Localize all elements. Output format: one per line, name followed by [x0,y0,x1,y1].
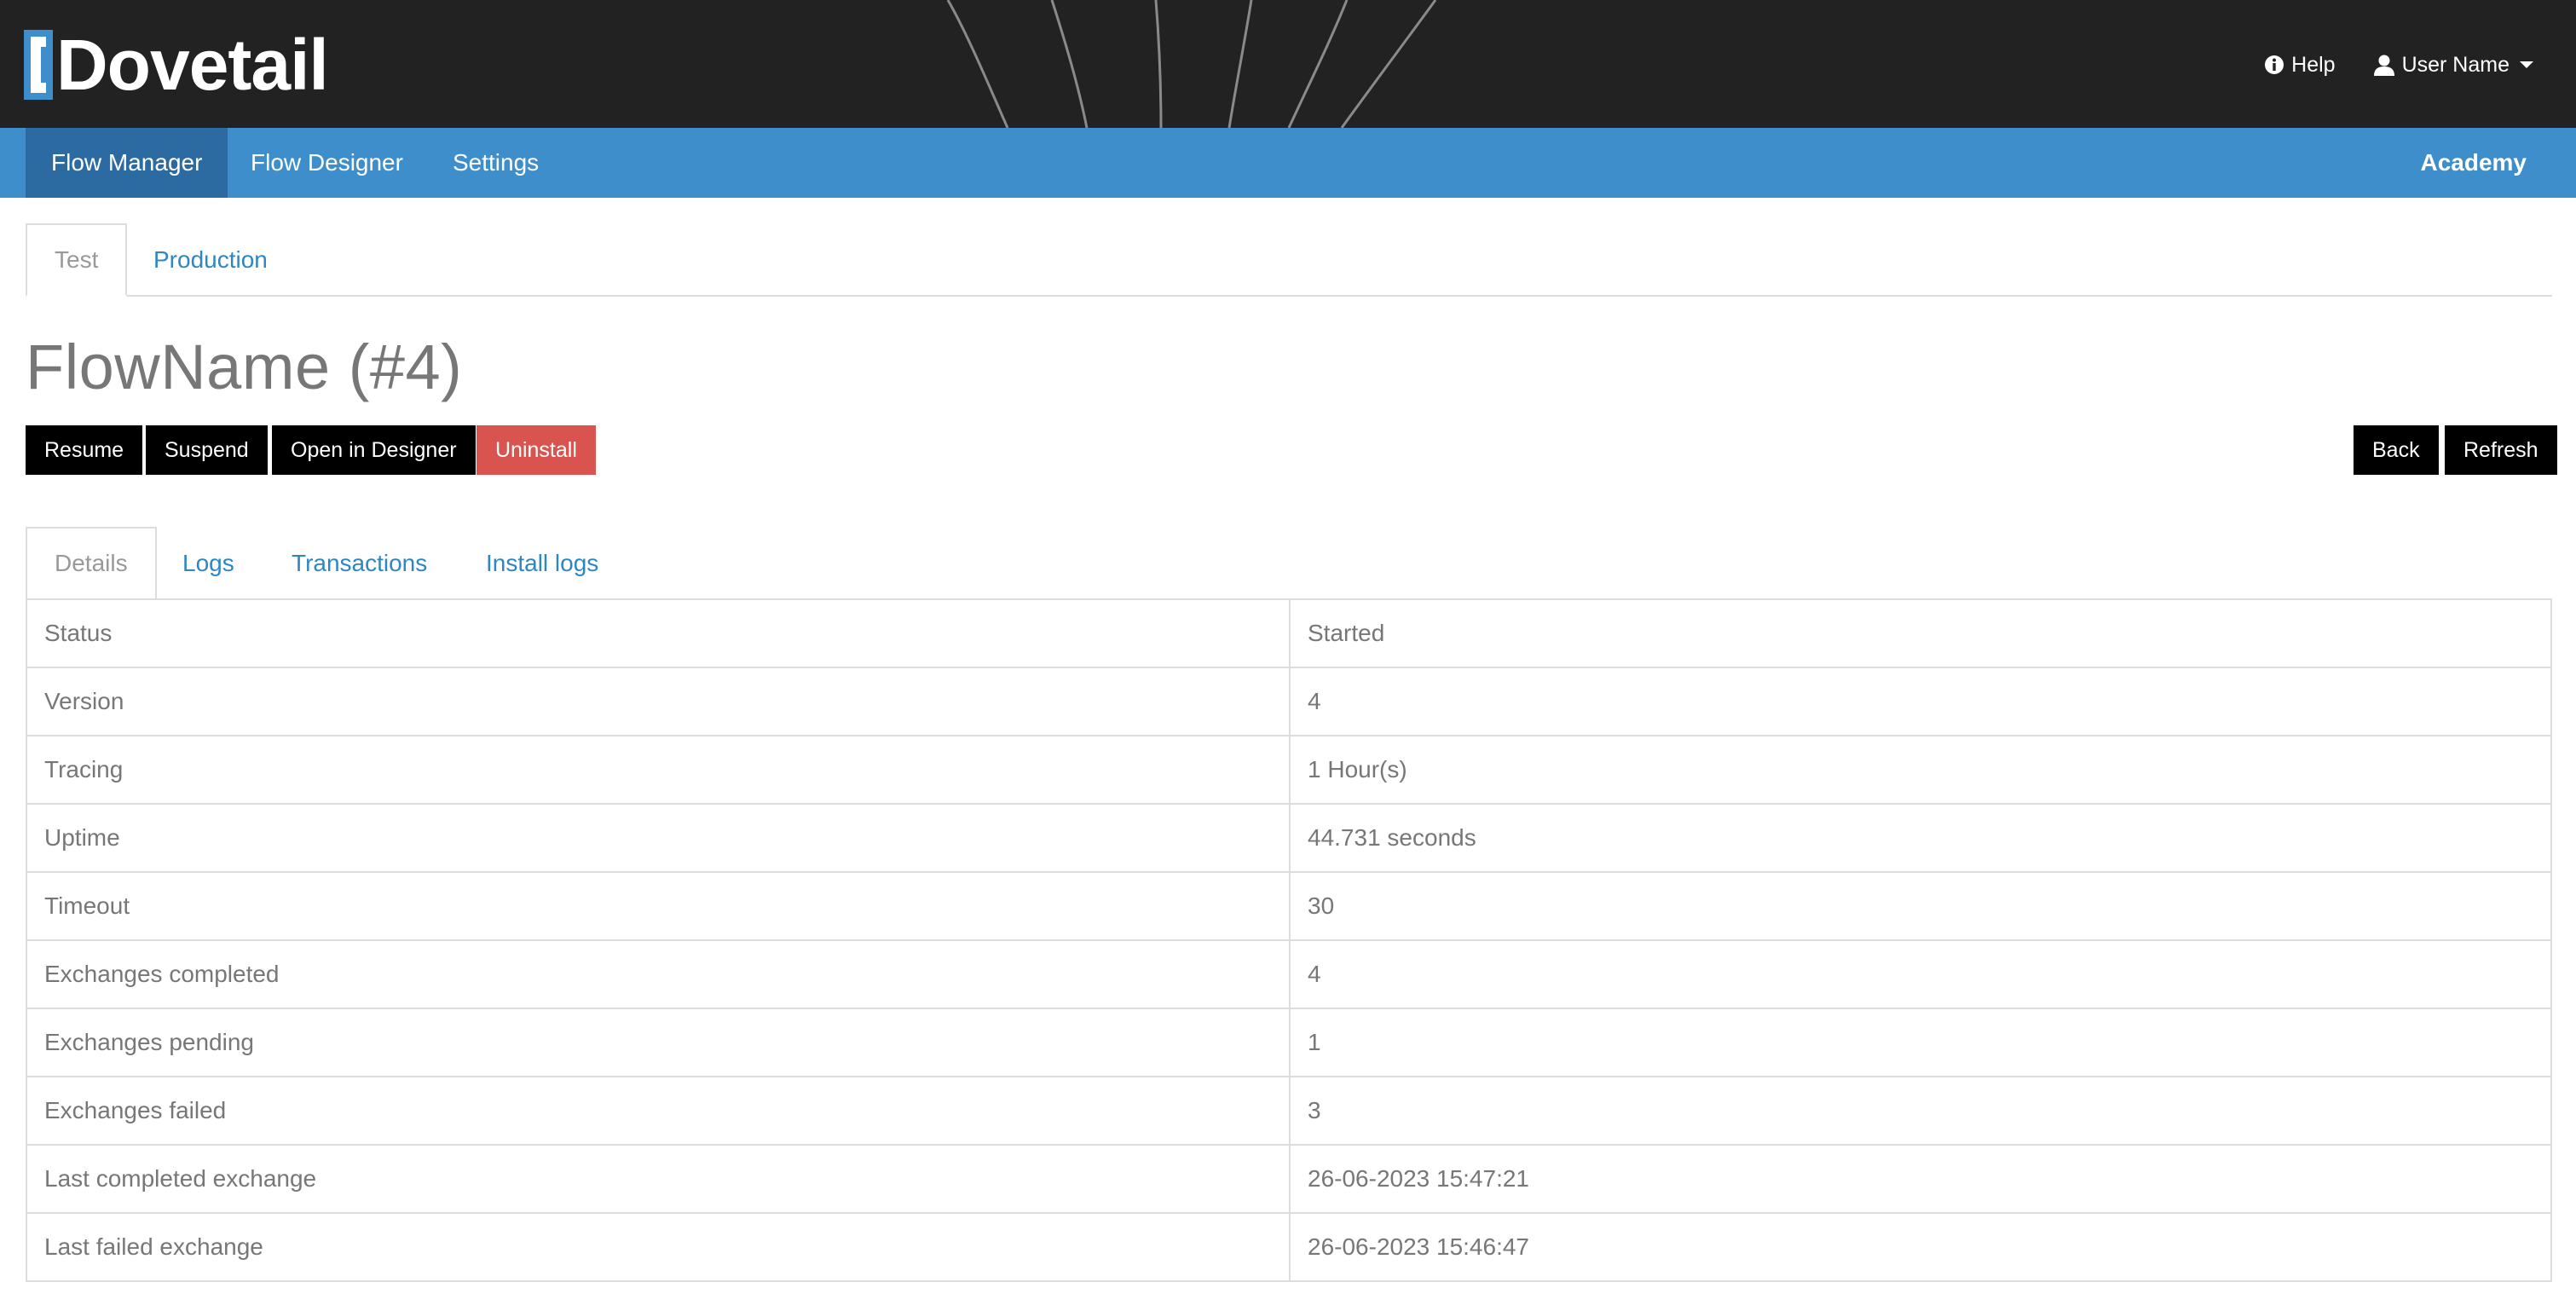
info-circle-icon [2265,55,2284,74]
tab-production[interactable]: Production [126,223,295,297]
detail-key: Status [26,598,1291,668]
table-row: Exchanges completed 4 [26,939,2552,1009]
table-row: Status Started [26,598,2552,668]
detail-value: 30 [1289,871,2552,941]
detail-key: Exchanges failed [26,1076,1291,1146]
top-header: Dovetail Help User Name [0,0,2576,128]
help-link[interactable]: Help [2264,52,2336,78]
help-label: Help [2291,52,2336,77]
tab-transactions[interactable]: Transactions [264,527,454,600]
table-row: Uptime 44.731 seconds [26,803,2552,873]
caret-down-icon [2520,61,2533,68]
logo-text: Dovetail [56,25,329,105]
detail-key: Last completed exchange [26,1144,1291,1214]
detail-key: Exchanges completed [26,939,1291,1009]
open-in-designer-button[interactable]: Open in Designer [272,425,476,475]
logo-mark-icon [24,30,53,100]
refresh-button[interactable]: Refresh [2445,425,2557,475]
detail-value: 44.731 seconds [1289,803,2552,873]
header-right: Help User Name [2264,48,2533,82]
user-icon [2373,55,2394,76]
nav-flow-manager[interactable]: Flow Manager [26,128,228,198]
detail-value: 3 [1289,1076,2552,1146]
detail-key: Timeout [26,871,1291,941]
user-name-label: User Name [2401,52,2510,77]
detail-value: 4 [1289,939,2552,1009]
nav-flow-designer[interactable]: Flow Designer [225,128,429,198]
detail-tabs: Details Logs Transactions Install logs [26,527,2552,600]
detail-value: 26-06-2023 15:47:21 [1289,1144,2552,1214]
nav-academy[interactable]: Academy [2420,128,2527,198]
back-button[interactable]: Back [2354,425,2439,475]
detail-key: Tracing [26,735,1291,805]
main-nav: Flow Manager Flow Designer Settings Acad… [0,128,2576,198]
dovetail-logo[interactable]: Dovetail [24,25,329,105]
nav-settings[interactable]: Settings [427,128,564,198]
detail-key: Version [26,667,1291,736]
table-row: Last completed exchange 26-06-2023 15:47… [26,1144,2552,1214]
table-row: Timeout 30 [26,871,2552,941]
detail-key: Exchanges pending [26,1008,1291,1077]
detail-value: 1 Hour(s) [1289,735,2552,805]
page-title: FlowName (#4) [26,332,463,402]
details-table: Status Started Version 4 Tracing 1 Hour(… [26,598,2552,1282]
tab-install-logs[interactable]: Install logs [459,527,626,600]
suspend-button[interactable]: Suspend [146,425,268,475]
table-row: Tracing 1 Hour(s) [26,735,2552,805]
table-row: Version 4 [26,667,2552,736]
tab-test[interactable]: Test [26,223,128,297]
header-decoration [946,0,1437,128]
table-row: Exchanges pending 1 [26,1008,2552,1077]
detail-key: Uptime [26,803,1291,873]
detail-value: 26-06-2023 15:46:47 [1289,1212,2552,1282]
table-row: Exchanges failed 3 [26,1076,2552,1146]
detail-value: Started [1289,598,2552,668]
detail-value: 4 [1289,667,2552,736]
resume-button[interactable]: Resume [26,425,143,475]
detail-value: 1 [1289,1008,2552,1077]
table-row: Last failed exchange 26-06-2023 15:46:47 [26,1212,2552,1282]
uninstall-button[interactable]: Uninstall [477,425,596,475]
tab-details[interactable]: Details [26,527,157,600]
tab-logs[interactable]: Logs [155,527,262,600]
environment-tabs: Test Production [26,223,2552,297]
user-menu[interactable]: User Name [2373,53,2533,78]
detail-key: Last failed exchange [26,1212,1291,1282]
